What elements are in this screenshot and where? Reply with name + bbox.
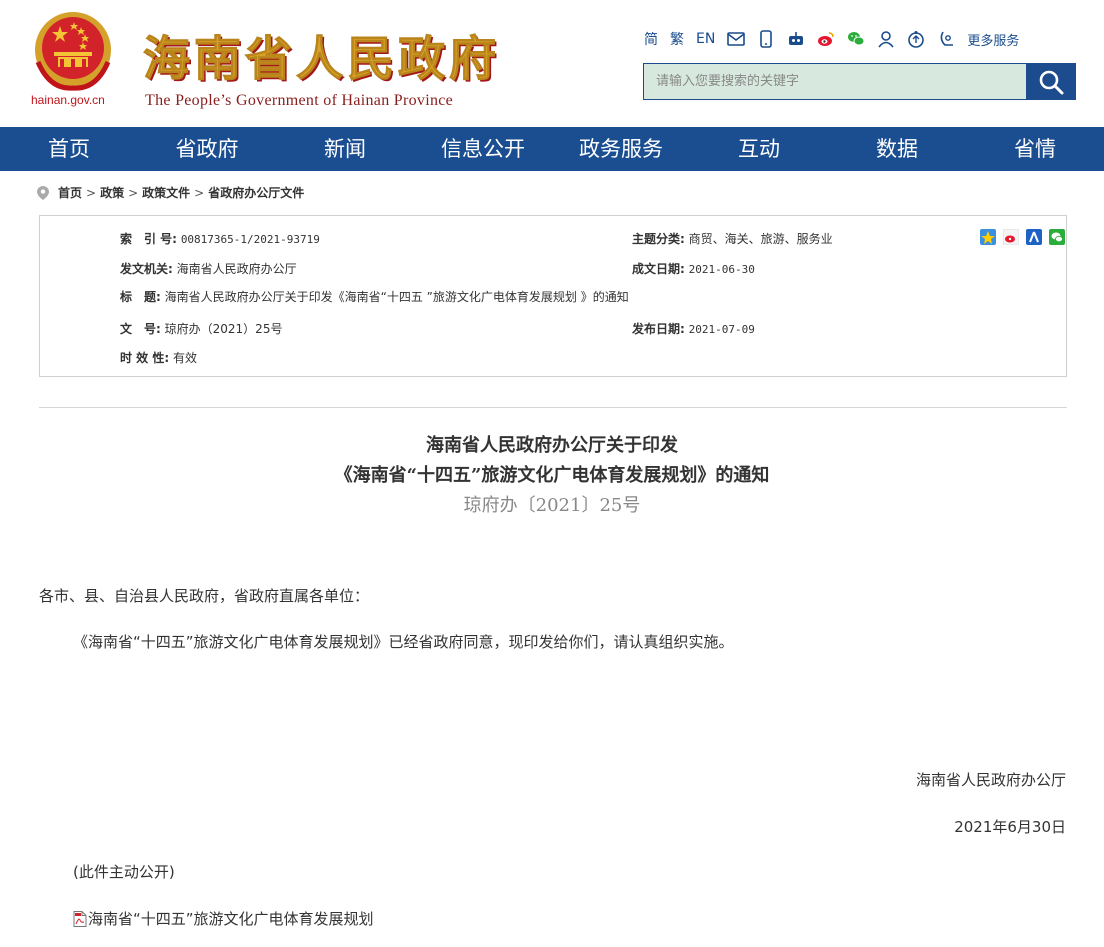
search-button[interactable] [1026, 63, 1076, 100]
share-buttons [973, 229, 1065, 245]
weibo-share-icon[interactable] [1003, 229, 1019, 245]
meta-issuer-value: 海南省人民政府办公厅 [176, 262, 297, 276]
main-nav: 首页 省政府 新闻 信息公开 政务服务 互动 数据 省情 [0, 127, 1104, 171]
meta-title-label: 标 题: [120, 290, 161, 304]
site-title[interactable]: 海南省人民政府 [143, 20, 500, 89]
document-metadata-box: 索 引 号: 00817365-1/2021-93719 主题分类: 商贸、海关… [39, 215, 1067, 377]
meta-topic: 主题分类: 商贸、海关、旅游、服务业 [632, 230, 833, 247]
national-emblem-logo[interactable] [30, 10, 116, 92]
search-icon [1039, 70, 1064, 94]
breadcrumb-policy-documents[interactable]: 政策文件 [142, 184, 190, 201]
traditional-chinese-link[interactable]: 繁 [670, 29, 684, 49]
meta-docno-value: 琼府办（2021）25号 [164, 322, 283, 336]
article-title-line-2: 《海南省“十四五”旅游文化广电体育发展规划》的通知 [334, 465, 770, 486]
user-icon[interactable] [877, 30, 895, 48]
site-domain: hainan.gov.cn [31, 93, 105, 107]
meta-published-date: 发布日期: 2021-07-09 [632, 320, 755, 337]
meta-topic-label: 主题分类: [632, 232, 685, 246]
nav-government-services[interactable]: 政务服务 [552, 127, 690, 171]
meta-title-value: 海南省人民政府办公厅关于印发《海南省“十四五 ”旅游文化广电体育发展规划 》的通… [164, 290, 629, 304]
meta-issuer: 发文机关: 海南省人民政府办公厅 [120, 260, 297, 277]
article-signature: 海南省人民政府办公厅 [915, 771, 1066, 789]
site-subtitle: The People’s Government of Hainan Provin… [145, 92, 454, 109]
breadcrumb-separator: > [194, 185, 205, 200]
meta-index-label: 索 引 号: [120, 232, 177, 246]
breadcrumb-policy[interactable]: 政策 [100, 184, 124, 201]
article-disclosure-note: (此件主动公开) [73, 863, 175, 881]
meta-written-date: 成文日期: 2021-06-30 [632, 260, 755, 277]
meta-issuer-label: 发文机关: [120, 262, 173, 276]
nav-data[interactable]: 数据 [828, 127, 966, 171]
breadcrumb-separator: > [128, 185, 139, 200]
article-doc-number: 琼府办〔2021〕25号 [463, 495, 641, 516]
meta-validity-label: 时 效 性: [120, 351, 170, 365]
more-service-link[interactable]: 更多服务 [967, 30, 1019, 49]
people-share-icon[interactable] [1026, 229, 1042, 245]
breadcrumb-separator: > [86, 185, 97, 200]
meta-doc-number: 文 号: 琼府办（2021）25号 [120, 320, 282, 337]
article-date: 2021年6月30日 [954, 818, 1066, 836]
nav-news[interactable]: 新闻 [276, 127, 414, 171]
wechat-share-icon[interactable] [1049, 229, 1065, 245]
attachment-title: 海南省“十四五”旅游文化广电体育发展规划 [88, 910, 374, 928]
article-body-paragraph: 《海南省“十四五”旅游文化广电体育发展规划》已经省政府同意，现印发给你们，请认真… [73, 633, 734, 651]
location-pin-icon [37, 185, 49, 200]
breadcrumb-office-documents[interactable]: 省政府办公厅文件 [208, 184, 304, 201]
meta-docno-label: 文 号: [120, 322, 161, 336]
accessibility-icon[interactable] [907, 30, 925, 48]
nav-information-disclosure[interactable]: 信息公开 [414, 127, 552, 171]
nav-home[interactable]: 首页 [0, 127, 138, 171]
meta-index-value: 00817365-1/2021-93719 [180, 233, 320, 246]
wechat-icon[interactable] [847, 30, 865, 48]
breadcrumb: 首页 > 政策 > 政策文件 > 省政府办公厅文件 [37, 184, 304, 201]
elderly-icon[interactable] [937, 30, 955, 48]
search-input[interactable] [643, 63, 1026, 100]
qzone-share-icon[interactable] [980, 229, 996, 245]
meta-published-label: 发布日期: [632, 322, 685, 336]
attachment-link[interactable]: 海南省“十四五”旅游文化广电体育发展规划 [73, 908, 374, 929]
breadcrumb-home[interactable]: 首页 [58, 184, 82, 201]
pdf-file-icon [73, 910, 87, 927]
header-toolbar: 简 繁 EN 更多服务 [644, 27, 1019, 51]
article-salutation: 各市、县、自治县人民政府，省政府直属各单位： [39, 587, 370, 605]
meta-validity-value: 有效 [172, 351, 197, 365]
weibo-icon[interactable] [817, 30, 835, 48]
content-divider [39, 407, 1067, 408]
meta-index: 索 引 号: 00817365-1/2021-93719 [120, 230, 320, 247]
site-header: hainan.gov.cn 海南省人民政府 The People’s Gover… [0, 0, 1104, 127]
robot-icon[interactable] [787, 30, 805, 48]
meta-published-value: 2021-07-09 [688, 323, 755, 336]
mail-icon[interactable] [727, 30, 746, 48]
simplified-chinese-link[interactable]: 简 [644, 29, 658, 49]
search-bar [643, 63, 1076, 100]
nav-provincial-government[interactable]: 省政府 [138, 127, 276, 171]
mobile-icon[interactable] [757, 30, 775, 48]
meta-title: 标 题: 海南省人民政府办公厅关于印发《海南省“十四五 ”旅游文化广电体育发展规… [120, 288, 629, 305]
meta-written-value: 2021-06-30 [688, 263, 755, 276]
article-title-line-1: 海南省人民政府办公厅关于印发 [426, 435, 678, 456]
meta-topic-value: 商贸、海关、旅游、服务业 [688, 232, 833, 246]
meta-validity: 时 效 性: 有效 [120, 349, 197, 366]
english-link[interactable]: EN [696, 31, 715, 47]
meta-written-label: 成文日期: [632, 262, 685, 276]
nav-province-overview[interactable]: 省情 [966, 127, 1104, 171]
nav-interaction[interactable]: 互动 [690, 127, 828, 171]
